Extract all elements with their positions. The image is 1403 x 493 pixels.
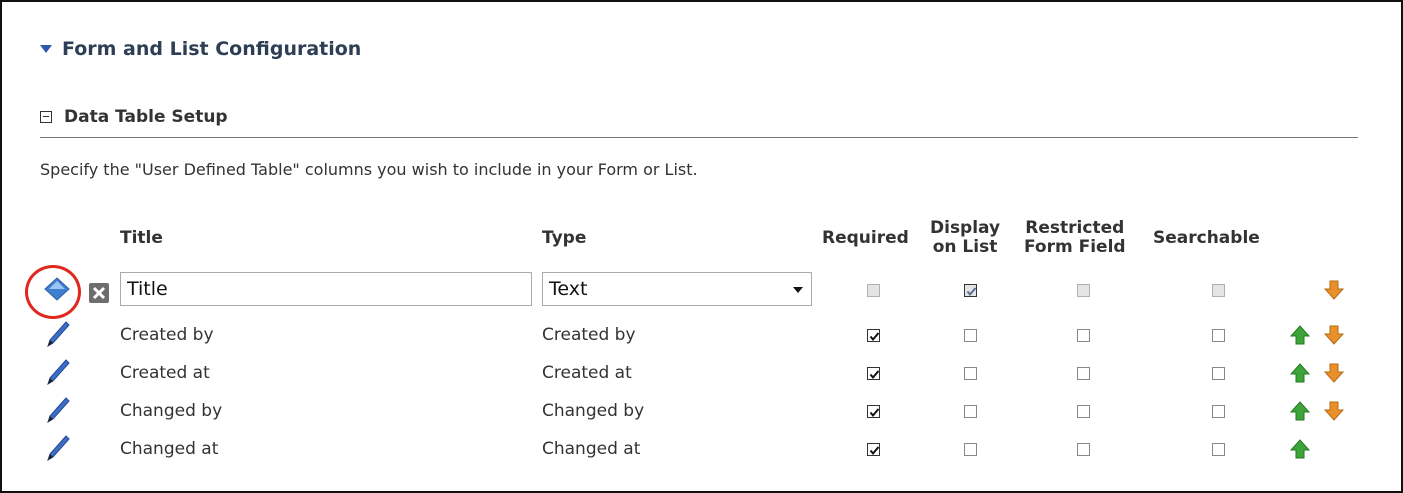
- edit-pencil-icon[interactable]: [46, 359, 70, 385]
- subsection-header: Data Table Setup: [40, 107, 1358, 138]
- title-field[interactable]: [120, 272, 532, 306]
- move-up-icon[interactable]: [1290, 363, 1310, 383]
- chevron-down-icon: [793, 287, 803, 293]
- searchable-checkbox[interactable]: [1212, 367, 1225, 380]
- table-row: Changed at Changed at: [40, 433, 1401, 471]
- required-checkbox[interactable]: [867, 284, 880, 297]
- restricted-checkbox[interactable]: [1077, 443, 1090, 456]
- edit-pencil-icon[interactable]: [46, 435, 70, 461]
- expand-triangle-icon[interactable]: [40, 45, 52, 53]
- move-down-icon[interactable]: [1324, 280, 1344, 300]
- row-title: Changed by: [120, 401, 223, 421]
- type-select-value: Text: [549, 278, 588, 300]
- display-on-list-checkbox[interactable]: [964, 284, 977, 297]
- move-up-icon[interactable]: [1290, 439, 1310, 459]
- searchable-checkbox[interactable]: [1212, 443, 1225, 456]
- column-header-title: Title: [120, 228, 163, 248]
- row-type: Created by: [542, 325, 636, 345]
- page-frame: Form and List Configuration Data Table S…: [0, 0, 1403, 493]
- restricted-checkbox[interactable]: [1077, 284, 1090, 297]
- table-row: Created at Created at: [40, 357, 1401, 395]
- description-text: Specify the "User Defined Table" columns…: [40, 160, 698, 179]
- restricted-checkbox[interactable]: [1077, 367, 1090, 380]
- row-type: Changed at: [542, 439, 641, 459]
- move-up-icon[interactable]: [1290, 325, 1310, 345]
- required-checkbox[interactable]: [867, 405, 880, 418]
- column-header-display-on-list: Display on List: [930, 219, 1000, 257]
- highlight-circle: [25, 265, 81, 319]
- column-header-required: Required: [822, 228, 909, 248]
- section-title: Form and List Configuration: [62, 38, 362, 60]
- table-row: Created by Created by: [40, 319, 1401, 357]
- required-checkbox[interactable]: [867, 329, 880, 342]
- row-title: Changed at: [120, 439, 219, 459]
- collapse-icon[interactable]: [40, 111, 52, 123]
- edit-row: Text: [40, 272, 1401, 310]
- move-down-icon[interactable]: [1324, 325, 1344, 345]
- table-row: Changed by Changed by: [40, 395, 1401, 433]
- required-checkbox[interactable]: [867, 443, 880, 456]
- searchable-checkbox[interactable]: [1212, 405, 1225, 418]
- column-header-restricted-line2: Form Field: [1024, 237, 1126, 257]
- column-header-display-line1: Display: [930, 218, 1001, 238]
- column-header-searchable: Searchable: [1153, 228, 1260, 248]
- move-down-icon[interactable]: [1324, 401, 1344, 421]
- column-header-display-line2: on List: [932, 237, 998, 257]
- column-header-restricted-form-field: Restricted Form Field: [1024, 219, 1126, 257]
- row-type: Changed by: [542, 401, 645, 421]
- subsection-title: Data Table Setup: [64, 107, 228, 127]
- display-on-list-checkbox[interactable]: [964, 329, 977, 342]
- restricted-checkbox[interactable]: [1077, 405, 1090, 418]
- section-header[interactable]: Form and List Configuration: [40, 38, 361, 60]
- row-type: Created at: [542, 363, 632, 383]
- searchable-checkbox[interactable]: [1212, 284, 1225, 297]
- edit-pencil-icon[interactable]: [46, 321, 70, 347]
- row-title: Created by: [120, 325, 214, 345]
- cancel-icon[interactable]: [88, 282, 110, 304]
- move-up-icon[interactable]: [1290, 401, 1310, 421]
- display-on-list-checkbox[interactable]: [964, 443, 977, 456]
- edit-pencil-icon[interactable]: [46, 397, 70, 423]
- move-down-icon[interactable]: [1324, 363, 1344, 383]
- column-header-type: Type: [542, 228, 587, 248]
- row-title: Created at: [120, 363, 210, 383]
- display-on-list-checkbox[interactable]: [964, 405, 977, 418]
- column-header-restricted-line1: Restricted: [1025, 218, 1125, 238]
- restricted-checkbox[interactable]: [1077, 329, 1090, 342]
- type-select[interactable]: Text: [542, 272, 812, 306]
- required-checkbox[interactable]: [867, 367, 880, 380]
- searchable-checkbox[interactable]: [1212, 329, 1225, 342]
- display-on-list-checkbox[interactable]: [964, 367, 977, 380]
